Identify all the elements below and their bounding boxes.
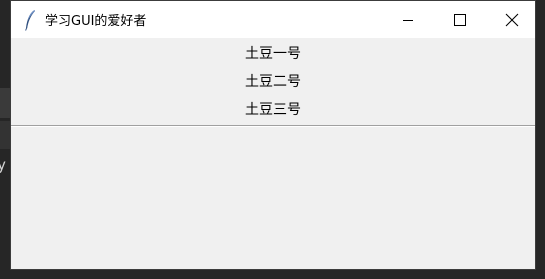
potato-list[interactable]: 土豆一号 土豆二号 土豆三号 (11, 38, 535, 124)
title-bar[interactable]: 学习GUI的爱好者 (11, 1, 535, 38)
feather-icon[interactable] (24, 9, 36, 31)
window-title: 学习GUI的爱好者 (45, 14, 147, 29)
maximize-button[interactable] (437, 1, 483, 38)
app-window: 学习GUI的爱好者 土豆一号 土豆二号 土豆三号 (11, 1, 535, 269)
window-content: 土豆一号 土豆二号 土豆三号 (11, 38, 535, 269)
list-item[interactable]: 土豆二号 (11, 68, 535, 96)
close-button[interactable] (489, 1, 535, 38)
separator (11, 125, 535, 127)
minimize-button[interactable] (385, 1, 431, 38)
list-item[interactable]: 土豆三号 (11, 96, 535, 124)
minimize-icon (403, 19, 413, 21)
desktop: y 学习GUI的爱好者 土豆一号 土豆二号 土豆三号 (0, 0, 545, 279)
window-controls (385, 1, 535, 38)
background-editor-text: y (0, 156, 7, 174)
close-icon (505, 13, 519, 26)
maximize-icon (454, 13, 466, 26)
list-item[interactable]: 土豆一号 (11, 40, 535, 68)
